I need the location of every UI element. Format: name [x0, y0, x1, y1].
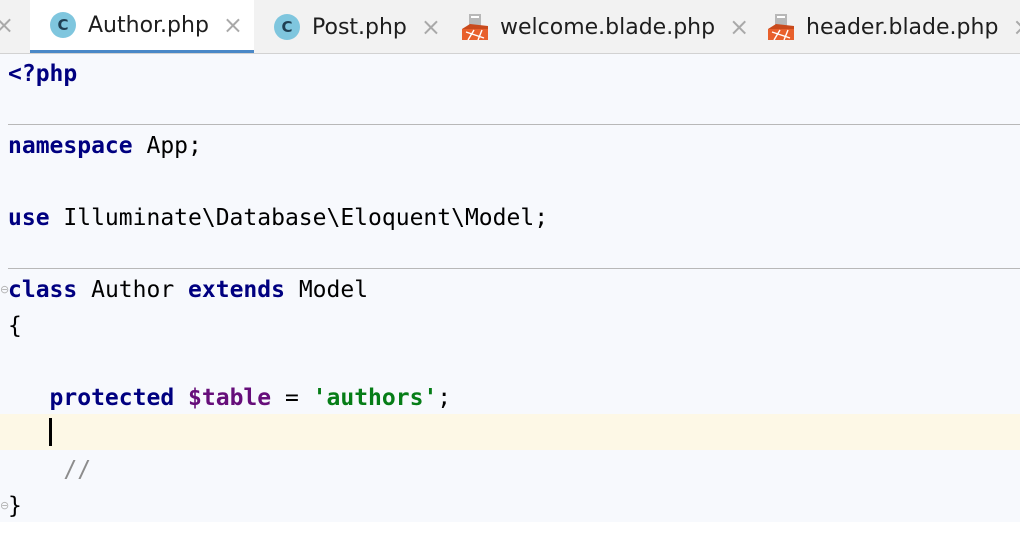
namespace-keyword: namespace [8, 133, 133, 159]
fold-marker-icon[interactable]: ⊖ [0, 500, 9, 512]
tab-label: welcome.blade.php [500, 14, 716, 40]
assign-operator: = [271, 385, 313, 411]
tab-post-php[interactable]: C Post.php × [254, 0, 444, 53]
tab-header-blade-php[interactable]: header.blade.php × [750, 0, 1020, 53]
code-line-7: class Author extends Model [0, 272, 1020, 308]
tab-label: Author.php [88, 12, 209, 38]
code-line-1: <?php [0, 56, 1020, 92]
code-line-10: protected $table = 'authors'; [0, 380, 1020, 416]
code-line-12: // [0, 452, 1020, 488]
close-icon[interactable]: × [729, 15, 749, 39]
tab-label: header.blade.php [806, 14, 999, 40]
close-brace: } [8, 493, 22, 519]
code-line-3: namespace App; [0, 128, 1020, 164]
blade-file-icon [768, 14, 794, 41]
tab-welcome-blade-php[interactable]: welcome.blade.php × [444, 0, 750, 53]
close-icon[interactable]: × [421, 15, 441, 39]
current-line[interactable] [0, 414, 1020, 450]
code-line-13: } [0, 488, 1020, 524]
extends-keyword: extends [188, 277, 285, 303]
use-keyword: use [8, 205, 50, 231]
method-separator [8, 124, 1020, 125]
namespace-name: App; [132, 133, 202, 159]
parent-class-name: Model [284, 277, 369, 303]
tab-author-php[interactable]: C Author.php × [30, 0, 254, 53]
method-separator [8, 268, 1020, 269]
comment: // [8, 457, 92, 483]
use-path: Illuminate\Database\Eloquent\Model; [49, 205, 549, 231]
code-line-8: { [0, 308, 1020, 344]
close-icon[interactable]: × [1012, 15, 1020, 39]
class-icon: C [50, 12, 76, 38]
table-variable: $table [188, 385, 272, 411]
class-keyword: class [8, 277, 78, 303]
class-icon: C [274, 14, 300, 40]
code-line-5: use Illuminate\Database\Eloquent\Model; [0, 200, 1020, 236]
open-brace: { [8, 313, 22, 339]
class-name: Author [77, 277, 189, 303]
protected-keyword: protected [49, 385, 175, 411]
fold-marker-icon[interactable]: ⊖ [0, 284, 9, 296]
php-open-tag: <?php [8, 61, 78, 87]
tab-label: Post.php [312, 14, 407, 40]
close-icon[interactable]: × [223, 13, 243, 37]
close-icon[interactable]: × [0, 13, 14, 37]
text-caret [49, 418, 52, 446]
semicolon: ; [437, 385, 452, 411]
blade-file-icon [462, 14, 488, 41]
editor-tab-bar: × C Author.php × C Post.php × welcome.bl… [0, 0, 1020, 54]
table-string: 'authors' [312, 385, 438, 411]
code-editor[interactable]: <?php namespace App; use Illuminate\Data… [0, 54, 1020, 522]
